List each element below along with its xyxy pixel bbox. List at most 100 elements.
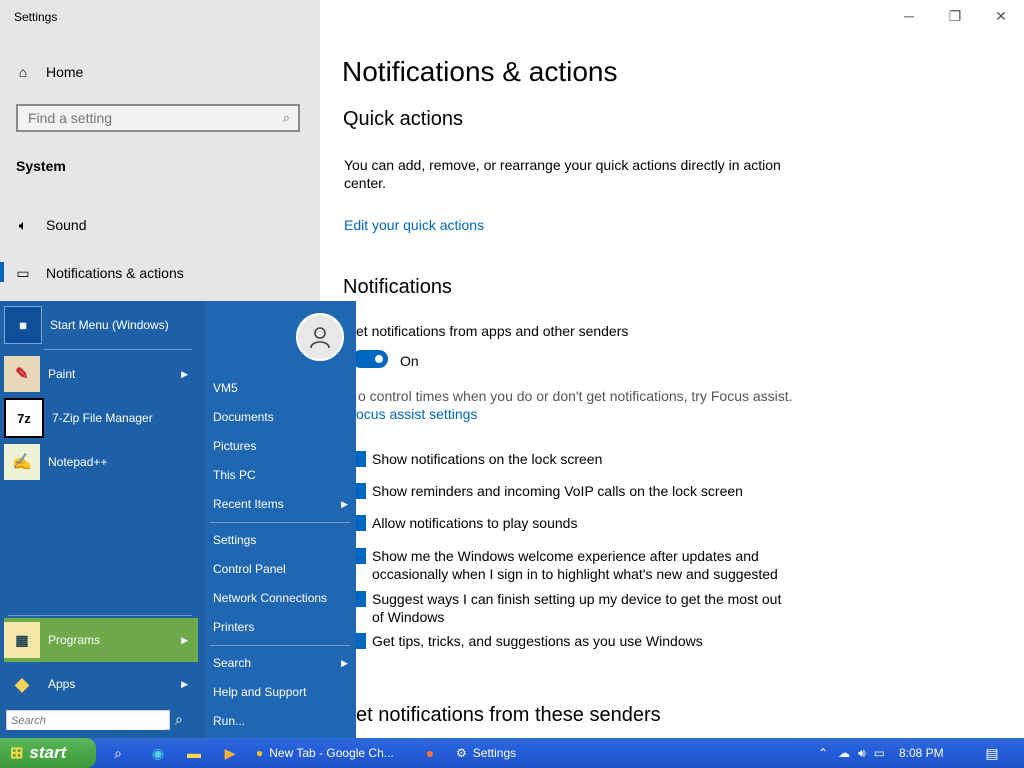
checkbox-label: Show reminders and incoming VoIP calls o… [372, 483, 743, 499]
search-input[interactable] [28, 110, 268, 126]
window-title: Settings [14, 10, 58, 24]
menu-item-help-and-support[interactable]: Help and Support [213, 685, 306, 699]
taskbar-chrome[interactable]: ● New Tab - Google Ch... [256, 741, 406, 765]
notifications-toggle[interactable] [352, 350, 388, 368]
menu-item-control-panel[interactable]: Control Panel [213, 562, 286, 576]
home-icon: ⌂ [18, 64, 28, 80]
submenu-arrow-icon: ▶ [181, 634, 188, 645]
checkbox-label: Get tips, tricks, and suggestions as you… [372, 633, 703, 649]
user-icon [310, 327, 330, 349]
menu-item-label: Recent Items [213, 497, 284, 511]
menu-item-paint[interactable]: ✎ Paint ▶ [4, 354, 198, 394]
sidebar-item-label: Notifications & actions [46, 265, 184, 281]
start-menu-app-icon: ▦ [4, 306, 42, 344]
sidebar-item-label: Sound [46, 217, 87, 233]
menu-item-label: Programs [48, 633, 101, 647]
chevron-up-icon[interactable]: ⌃ [818, 746, 828, 760]
menu-item-7zip[interactable]: 7z 7-Zip File Manager [4, 398, 198, 438]
network-icon[interactable]: ▭ [874, 746, 885, 760]
search-icon[interactable]: ⌕ [106, 741, 130, 765]
media-player-icon[interactable]: ▶ [218, 741, 242, 765]
start-search-input[interactable] [7, 712, 165, 730]
menu-item-apps[interactable]: ◆ Apps ▶ [4, 664, 198, 704]
menu-item-notepadpp[interactable]: ✍ Notepad++ [4, 442, 198, 482]
menu-item-recent-items[interactable]: Recent Items ▶ [213, 497, 353, 511]
system-tray: ⌃ ☁ 🔊︎ ▭ 8:08 PM [818, 741, 944, 765]
taskbar-settings[interactable]: ⚙ Settings [456, 741, 546, 765]
edit-quick-actions-link[interactable]: Edit your quick actions [344, 217, 484, 233]
menu-item-label: Start Menu (Windows) [50, 318, 169, 332]
sidebar-item-label: Home [46, 64, 84, 80]
sidebar-item-home[interactable]: ⌂ Home [0, 52, 320, 92]
search-icon[interactable]: ⌕ [175, 711, 183, 728]
menu-item-label: Apps [48, 677, 76, 691]
senders-heading: et notifications from these senders [356, 704, 661, 726]
checkbox-label: Suggest ways I can finish setting up my … [372, 591, 782, 625]
page-title: Notifications & actions [342, 56, 618, 87]
toggle-state-label: On [400, 353, 419, 369]
edge-icon[interactable]: ◉ [146, 741, 170, 765]
checkbox-row[interactable]: Suggest ways I can finish setting up my … [352, 590, 792, 626]
submenu-arrow-icon: ▶ [341, 499, 348, 509]
checkbox-label: Allow notifications to play sounds [372, 515, 578, 531]
checkbox-row[interactable]: Get tips, tricks, and suggestions as you… [352, 632, 792, 650]
checkbox-row[interactable]: Show me the Windows welcome experience a… [352, 547, 792, 583]
taskbar-label: Settings [472, 746, 517, 760]
menu-item-programs[interactable]: ▦ Programs ▶ [4, 620, 198, 660]
focus-assist-link[interactable]: ocus assist settings [356, 406, 477, 422]
minimize-button[interactable]: ─ [886, 0, 932, 32]
menu-item-network-connections[interactable]: Network Connections [213, 591, 327, 605]
search-icon[interactable]: ⌕ [283, 110, 290, 126]
file-explorer-icon[interactable]: ▬ [182, 741, 206, 765]
volume-icon[interactable]: 🔊︎ [858, 746, 866, 761]
get-notifications-label: et notifications from apps and other sen… [356, 323, 629, 339]
apps-icon: ◆ [15, 673, 29, 694]
menu-separator [8, 615, 192, 616]
menu-item-search[interactable]: Search ▶ [213, 656, 353, 670]
menu-item-settings[interactable]: Settings [213, 533, 256, 547]
checkbox-row[interactable]: Show notifications on the lock screen [352, 450, 792, 468]
firefox-icon[interactable]: ● [418, 741, 442, 765]
cloud-icon[interactable]: ☁ [838, 746, 850, 760]
sidebar-item-notifications[interactable]: ▭ Notifications & actions [0, 253, 320, 293]
user-avatar[interactable] [296, 313, 344, 361]
menu-item-run[interactable]: Run... [213, 714, 245, 728]
start-menu-pinned-item[interactable]: ▦ Start Menu (Windows) [4, 305, 198, 345]
taskbar-label: New Tab - Google Ch... [269, 746, 394, 760]
submenu-arrow-icon: ▶ [341, 658, 348, 668]
start-search-box[interactable] [6, 710, 170, 730]
menu-item-pictures[interactable]: Pictures [213, 439, 256, 453]
windows-logo-icon: ⊞ [10, 745, 24, 762]
menu-item-printers[interactable]: Printers [213, 620, 254, 634]
gear-icon: ⚙ [456, 746, 467, 760]
menu-separator [44, 349, 192, 350]
notifications-heading: Notifications [343, 276, 452, 298]
chrome-icon: ● [256, 746, 264, 760]
checkbox-row[interactable]: Show reminders and incoming VoIP calls o… [352, 482, 792, 500]
section-heading: System [16, 158, 66, 174]
action-center-icon[interactable]: ▤ [980, 741, 1004, 765]
quick-actions-text: You can add, remove, or rearrange your q… [344, 157, 781, 191]
checkbox-label: Show me the Windows welcome experience a… [372, 548, 778, 582]
menu-item-vm5[interactable]: VM5 [213, 381, 238, 395]
close-button[interactable]: ✕ [978, 0, 1024, 32]
menu-item-documents[interactable]: Documents [213, 410, 274, 424]
menu-item-label: Paint [48, 367, 76, 381]
restore-button[interactable]: ❐ [932, 0, 978, 32]
7zip-icon: 7z [4, 398, 44, 438]
speaker-icon: 🔈︎ [18, 216, 28, 233]
menu-separator [210, 522, 350, 523]
sidebar-item-sound[interactable]: 🔈︎ Sound [0, 205, 320, 245]
menu-item-this-pc[interactable]: This PC [213, 468, 256, 482]
find-setting-search[interactable]: ⌕ [16, 104, 300, 132]
programs-icon: ▦ [4, 622, 40, 658]
checkbox-row[interactable]: Allow notifications to play sounds [352, 514, 792, 532]
menu-item-label: 7-Zip File Manager [52, 411, 153, 425]
clock[interactable]: 8:08 PM [899, 746, 944, 760]
start-button[interactable]: ⊞ start [0, 738, 96, 768]
notepadpp-icon: ✍ [4, 444, 40, 480]
message-icon: ▭ [16, 264, 30, 281]
menu-item-label: Notepad++ [48, 455, 108, 469]
quick-actions-heading: Quick actions [343, 108, 464, 130]
submenu-arrow-icon: ▶ [181, 368, 188, 379]
